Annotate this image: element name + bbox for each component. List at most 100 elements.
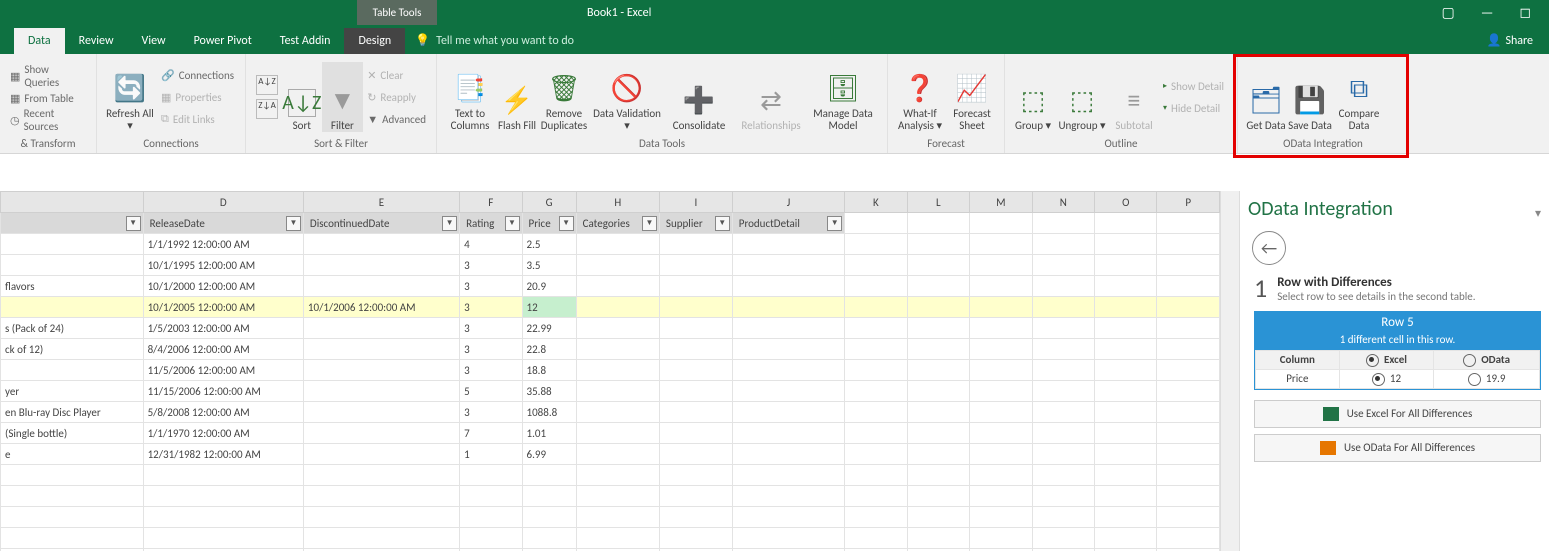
filter-dropdown-icon[interactable]: ▼ [559,216,574,231]
consolidate-button[interactable]: ➕Consolidate [663,62,735,132]
col-L[interactable]: L [907,192,969,213]
cell[interactable] [460,486,522,507]
cell[interactable] [845,549,907,552]
cell[interactable]: 1088.8 [522,402,576,423]
cell[interactable] [845,297,907,318]
advanced-filter-button[interactable]: ▼ Advanced [367,109,426,129]
cell[interactable]: 7 [460,423,522,444]
cell[interactable] [1032,423,1094,444]
cell[interactable]: 1/1/1992 12:00:00 AM [143,234,303,255]
cell[interactable] [303,318,459,339]
table-row[interactable]: s (Pack of 24)1/5/2003 12:00:00 AM322.99 [1,318,1220,339]
whatif-button[interactable]: ❓What-If Analysis ▾ [894,62,946,132]
cell[interactable] [1157,318,1220,339]
odata-get-button[interactable]: 🗂Get Data [1244,62,1288,132]
table-row[interactable]: e12/31/1982 12:00:00 AM16.99 [1,444,1220,465]
odata-compare-button[interactable]: ⧉Compare Data [1332,62,1386,132]
cell[interactable] [970,360,1032,381]
cell[interactable] [143,507,303,528]
table-row[interactable]: ck of 12)8/4/2006 12:00:00 AM322.8 [1,339,1220,360]
cell[interactable]: 1/5/2003 12:00:00 AM [143,318,303,339]
cell[interactable] [659,444,732,465]
col-O[interactable]: O [1095,192,1157,213]
cell[interactable] [732,528,844,549]
cell[interactable] [659,318,732,339]
cell[interactable]: 3 [460,318,522,339]
cell[interactable] [659,423,732,444]
cell[interactable] [659,549,732,552]
cell[interactable] [576,276,659,297]
cell[interactable]: 22.8 [522,339,576,360]
cell[interactable] [522,486,576,507]
cell[interactable]: 10/1/2006 12:00:00 AM [303,297,459,318]
cell[interactable] [1095,255,1157,276]
cell[interactable] [1032,318,1094,339]
cell[interactable]: 3 [460,276,522,297]
cell[interactable]: 3 [460,255,522,276]
cell[interactable] [970,234,1032,255]
cell[interactable] [576,402,659,423]
cell[interactable] [659,339,732,360]
cell[interactable] [1157,234,1220,255]
cell[interactable] [907,297,969,318]
cell[interactable] [1095,234,1157,255]
cell[interactable] [1157,486,1220,507]
cell[interactable] [732,507,844,528]
cell[interactable] [659,360,732,381]
cell[interactable] [143,549,303,552]
tab-powerpivot[interactable]: Power Pivot [180,28,266,54]
cell[interactable] [659,528,732,549]
tellme-search[interactable]: 💡 Tell me what you want to do [405,27,584,54]
radio-excel-header[interactable] [1366,354,1379,367]
cell[interactable] [303,444,459,465]
cell[interactable] [845,318,907,339]
cell[interactable] [659,402,732,423]
cell[interactable] [1157,423,1220,444]
cell[interactable] [1032,549,1094,552]
cell[interactable]: 11/5/2006 12:00:00 AM [143,360,303,381]
cell[interactable]: 3 [460,402,522,423]
radio-odata-header[interactable] [1463,354,1476,367]
table-row[interactable]: yer11/15/2006 12:00:00 AM535.88 [1,381,1220,402]
cell[interactable] [845,507,907,528]
vertical-scrollbar[interactable] [1220,191,1239,551]
recent-sources-button[interactable]: ◷ Recent Sources [10,110,86,130]
cell[interactable] [1095,318,1157,339]
cell[interactable] [143,486,303,507]
cell[interactable] [907,360,969,381]
cell[interactable] [1157,549,1220,552]
cell[interactable] [970,297,1032,318]
radio-excel-value[interactable] [1372,373,1385,386]
table-row[interactable] [1,549,1220,552]
cell[interactable] [1032,444,1094,465]
cell[interactable] [1157,507,1220,528]
show-detail-button[interactable]: ▸ Show Detail [1163,76,1224,96]
cell[interactable] [970,339,1032,360]
connections-button[interactable]: 🔗 Connections [161,65,234,85]
filter-dropdown-icon[interactable]: ▼ [642,216,657,231]
cell[interactable] [1157,465,1220,486]
cell[interactable] [732,339,844,360]
cell[interactable] [303,276,459,297]
cell[interactable] [1032,255,1094,276]
cell[interactable]: 5 [460,381,522,402]
cell[interactable] [1157,297,1220,318]
filter-dropdown-icon[interactable]: ▼ [827,216,842,231]
cell[interactable] [845,423,907,444]
cell[interactable] [1095,507,1157,528]
col-H[interactable]: H [576,192,659,213]
cell[interactable] [1032,486,1094,507]
cell[interactable] [1095,402,1157,423]
cell[interactable]: yer [1,381,144,402]
cell[interactable] [732,381,844,402]
radio-odata-value[interactable] [1468,373,1481,386]
cell[interactable] [303,234,459,255]
cell[interactable] [907,486,969,507]
cell[interactable] [576,360,659,381]
cell[interactable] [845,381,907,402]
cell[interactable] [845,360,907,381]
forecast-sheet-button[interactable]: 📈Forecast Sheet [946,62,998,132]
manage-model-button[interactable]: 🗄Manage Data Model [807,62,879,132]
ungroup-button[interactable]: ⬚Ungroup ▾ [1055,62,1109,132]
cell[interactable] [303,423,459,444]
